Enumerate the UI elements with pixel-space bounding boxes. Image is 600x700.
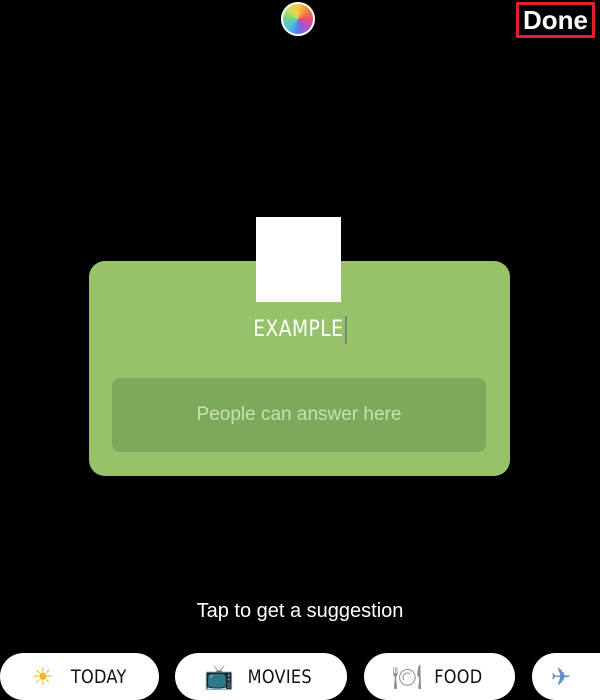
suggestion-prompt[interactable]: Tap to get a suggestion — [0, 600, 600, 623]
sticker-title-input[interactable]: EXAMPLE — [45, 316, 555, 344]
plate-icon: 🍽 — [392, 662, 423, 691]
chip-travel[interactable]: ✈ — [532, 653, 600, 700]
tv-icon: 📺 — [204, 662, 235, 691]
airplane-icon: ✈ — [550, 662, 572, 691]
chip-movies[interactable]: 📺 MOVIES — [175, 653, 347, 700]
chip-today[interactable]: ☀ TODAY — [0, 653, 159, 700]
chip-food[interactable]: 🍽 FOOD — [364, 653, 515, 700]
question-sticker-editor: Done EXAMPLE People can answer here Tap … — [0, 0, 600, 700]
suggestion-chips: ☀ TODAY 📺 MOVIES 🍽 FOOD ✈ — [0, 653, 600, 700]
done-button[interactable]: Done — [516, 2, 595, 38]
avatar — [256, 217, 341, 302]
chip-label: MOVIES — [247, 665, 313, 688]
text-caret — [345, 316, 347, 344]
sticker-title-text: EXAMPLE — [253, 317, 344, 342]
answer-field[interactable]: People can answer here — [112, 378, 486, 452]
chip-label: TODAY — [70, 665, 127, 688]
chip-label: FOOD — [434, 665, 483, 688]
color-wheel-icon[interactable] — [281, 2, 315, 36]
sun-icon: ☀ — [31, 662, 54, 691]
